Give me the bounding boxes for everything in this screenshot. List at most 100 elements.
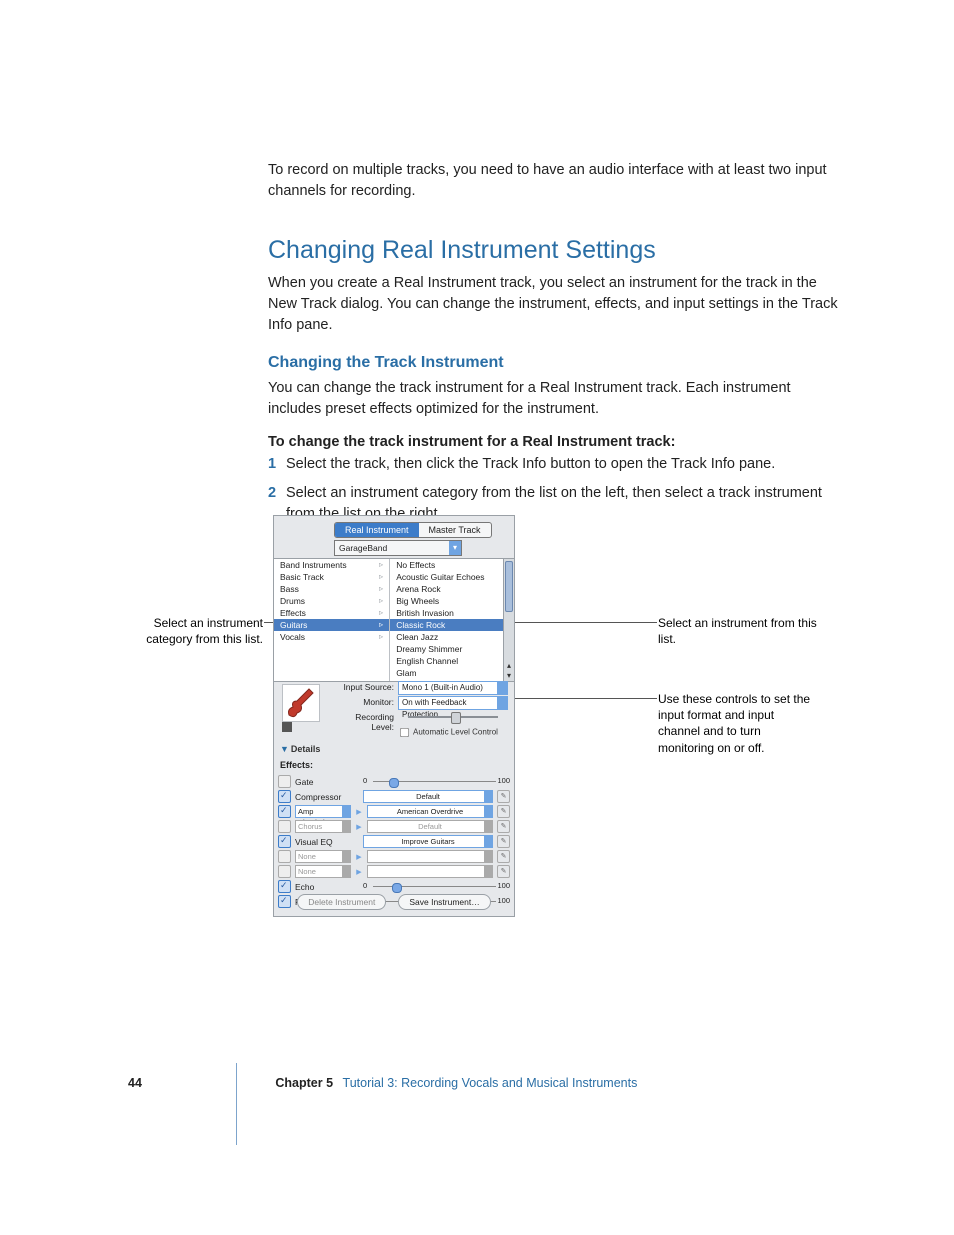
callout-instrument: Select an instrument from this list.	[658, 615, 818, 647]
category-row[interactable]: Effects▹	[274, 607, 389, 619]
page-number: 44	[128, 1076, 142, 1090]
play-icon[interactable]: ▶	[355, 853, 363, 861]
scroll-up-icon[interactable]: ▴	[504, 661, 514, 671]
effects-label: Effects:	[280, 760, 313, 770]
effect-row: Gate 0100	[278, 774, 510, 789]
effect-row: ✓ Echo 0100	[278, 879, 510, 894]
callout-input: Use these controls to set the input form…	[658, 691, 818, 756]
effect-name: Echo	[295, 882, 359, 892]
section-para: When you create a Real Instrument track,…	[268, 273, 843, 336]
effect-checkbox[interactable]: ✓	[278, 805, 291, 818]
disclosure-triangle-icon: ▼	[280, 744, 289, 754]
instrument-row[interactable]: Dreamy Shimmer	[390, 643, 514, 655]
instrument-row[interactable]: Classic Rock	[390, 619, 514, 631]
effect-slider[interactable]: 0100	[363, 776, 510, 787]
delete-instrument-button[interactable]: Delete Instrument	[297, 894, 386, 910]
effect-name: Visual EQ	[295, 837, 359, 847]
effect-preset-select[interactable]: American Overdrive	[367, 805, 493, 818]
effect-row: Chorus ▶ Default ✎	[278, 819, 510, 834]
tab-segmented[interactable]: Real Instrument Master Track	[334, 522, 492, 538]
input-source-dropdown[interactable]: Mono 1 (Built-in Audio)	[398, 681, 508, 695]
category-row[interactable]: Basic Track▹	[274, 571, 389, 583]
preset-group-dropdown[interactable]: GarageBand▾	[334, 540, 462, 556]
save-instrument-button[interactable]: Save Instrument…	[398, 894, 490, 910]
subsection-heading: Changing the Track Instrument	[268, 354, 843, 372]
effect-row: None ▶ ✎	[278, 849, 510, 864]
page-footer: 44 Chapter 5 Tutorial 3: Recording Vocal…	[128, 1076, 834, 1090]
instrument-row[interactable]: Clean Jazz	[390, 631, 514, 643]
step-number: 2	[268, 483, 276, 504]
effect-checkbox[interactable]	[278, 865, 291, 878]
effects-list: Gate 0100 ✓ Compressor Default ✎ ✓ Amp Simulati…	[278, 774, 510, 909]
effect-preset-select[interactable]: Default	[367, 820, 493, 833]
effect-name: Compressor	[295, 792, 359, 802]
effect-checkbox[interactable]	[278, 775, 291, 788]
effect-row: ✓ Compressor Default ✎	[278, 789, 510, 804]
category-list[interactable]: Band Instruments▹Basic Track▹Bass▹Drums▹…	[274, 559, 390, 681]
effect-name-select[interactable]: None	[295, 865, 351, 878]
effect-preset-select[interactable]	[367, 865, 493, 878]
effect-row: ✓ Amp Simulation ▶ American Overdrive ✎	[278, 804, 510, 819]
monitor-dropdown[interactable]: On with Feedback Protection	[398, 696, 508, 710]
category-row[interactable]: Vocals▹	[274, 631, 389, 643]
scroll-thumb[interactable]	[505, 561, 513, 612]
edit-icon[interactable]: ✎	[497, 850, 510, 863]
details-disclosure[interactable]: ▼Details	[280, 744, 320, 754]
track-info-panel: Real Instrument Master Track GarageBand▾…	[273, 515, 515, 917]
instrument-row[interactable]: Glam	[390, 667, 514, 679]
instrument-row[interactable]: Arena Rock	[390, 583, 514, 595]
scrollbar[interactable]: ▴ ▾	[503, 559, 514, 681]
footer-divider	[236, 1063, 237, 1145]
figure: Select an instrument category from this …	[128, 515, 848, 925]
effect-checkbox[interactable]	[278, 850, 291, 863]
section-heading: Changing Real Instrument Settings	[268, 236, 843, 265]
play-icon[interactable]: ▶	[355, 868, 363, 876]
tab-real-instrument[interactable]: Real Instrument	[335, 523, 419, 537]
instrument-icon-menu[interactable]	[282, 722, 292, 732]
category-row[interactable]: Guitars▹	[274, 619, 389, 631]
category-row[interactable]: Drums▹	[274, 595, 389, 607]
effect-slider[interactable]: 0100	[363, 881, 510, 892]
subsection-para: You can change the track instrument for …	[268, 378, 843, 420]
tutorial-title: Tutorial 3: Recording Vocals and Musical…	[343, 1076, 638, 1090]
instrument-list[interactable]: No EffectsAcoustic Guitar EchoesArena Ro…	[390, 559, 514, 681]
effect-checkbox[interactable]	[278, 820, 291, 833]
edit-icon[interactable]: ✎	[497, 865, 510, 878]
instrument-row[interactable]: Acoustic Guitar Echoes	[390, 571, 514, 583]
instrument-row[interactable]: English Channel	[390, 655, 514, 667]
effect-name-select[interactable]: None	[295, 850, 351, 863]
category-row[interactable]: Bass▹	[274, 583, 389, 595]
effect-row: None ▶ ✎	[278, 864, 510, 879]
auto-level-checkbox[interactable]: Automatic Level Control	[398, 726, 498, 739]
effect-name-select[interactable]: Amp Simulation	[295, 805, 351, 818]
instrument-row[interactable]: British Invasion	[390, 607, 514, 619]
effect-checkbox[interactable]: ✓	[278, 835, 291, 848]
effect-preset-select[interactable]	[367, 850, 493, 863]
tab-master-track[interactable]: Master Track	[419, 523, 491, 537]
play-icon[interactable]: ▶	[355, 823, 363, 831]
monitor-label: Monitor:	[332, 697, 394, 707]
effect-preset-select[interactable]: Improve Guitars	[363, 835, 493, 848]
procedure-lead: To change the track instrument for a Rea…	[268, 434, 843, 450]
edit-icon[interactable]: ✎	[497, 790, 510, 803]
edit-icon[interactable]: ✎	[497, 835, 510, 848]
effect-preset-select[interactable]: Default	[363, 790, 493, 803]
step-text: Select the track, then click the Track I…	[286, 456, 775, 472]
effect-name: Gate	[295, 777, 359, 787]
callout-category: Select an instrument category from this …	[128, 615, 263, 647]
play-icon[interactable]: ▶	[355, 808, 363, 816]
instrument-row[interactable]: Big Wheels	[390, 595, 514, 607]
input-source-label: Input Source:	[332, 682, 394, 692]
instrument-row[interactable]: No Effects	[390, 559, 514, 571]
effect-row: ✓ Visual EQ Improve Guitars ✎	[278, 834, 510, 849]
chevron-down-icon: ▾	[449, 541, 461, 555]
edit-icon[interactable]: ✎	[497, 805, 510, 818]
effect-checkbox[interactable]: ✓	[278, 880, 291, 893]
category-row[interactable]: Band Instruments▹	[274, 559, 389, 571]
recording-level-label: Recording Level:	[332, 712, 394, 732]
step-number: 1	[268, 454, 276, 475]
effect-name-select[interactable]: Chorus	[295, 820, 351, 833]
recording-level-slider[interactable]	[398, 712, 508, 722]
effect-checkbox[interactable]: ✓	[278, 790, 291, 803]
edit-icon[interactable]: ✎	[497, 820, 510, 833]
